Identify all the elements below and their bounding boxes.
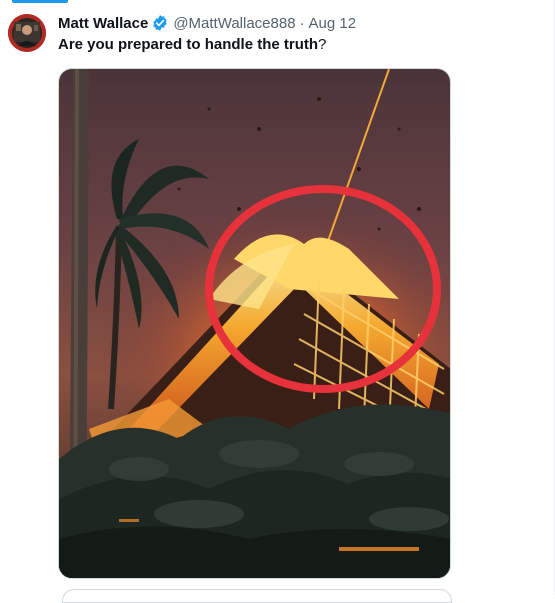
- tweet-text-bold: Are you prepared to handle the truth: [58, 36, 319, 53]
- tweet-text-rest: ?: [318, 36, 327, 53]
- burning-building-photo: [59, 69, 450, 578]
- tweet-text: Are you prepared to handle the truth?: [58, 36, 326, 53]
- author-name[interactable]: Matt Wallace: [58, 15, 148, 32]
- header-separator: ·: [299, 14, 305, 32]
- tweet-header: Matt Wallace @MattWallace888 · Aug 12: [58, 12, 356, 34]
- tweet-media-photo[interactable]: [58, 68, 451, 579]
- tweet-timestamp[interactable]: Aug 12: [309, 15, 357, 32]
- avatar[interactable]: [8, 14, 46, 52]
- next-item-card-edge: [62, 589, 452, 603]
- verified-badge-icon: [151, 14, 169, 32]
- tab-active-indicator: [12, 0, 68, 3]
- author-handle[interactable]: @MattWallace888: [173, 15, 295, 32]
